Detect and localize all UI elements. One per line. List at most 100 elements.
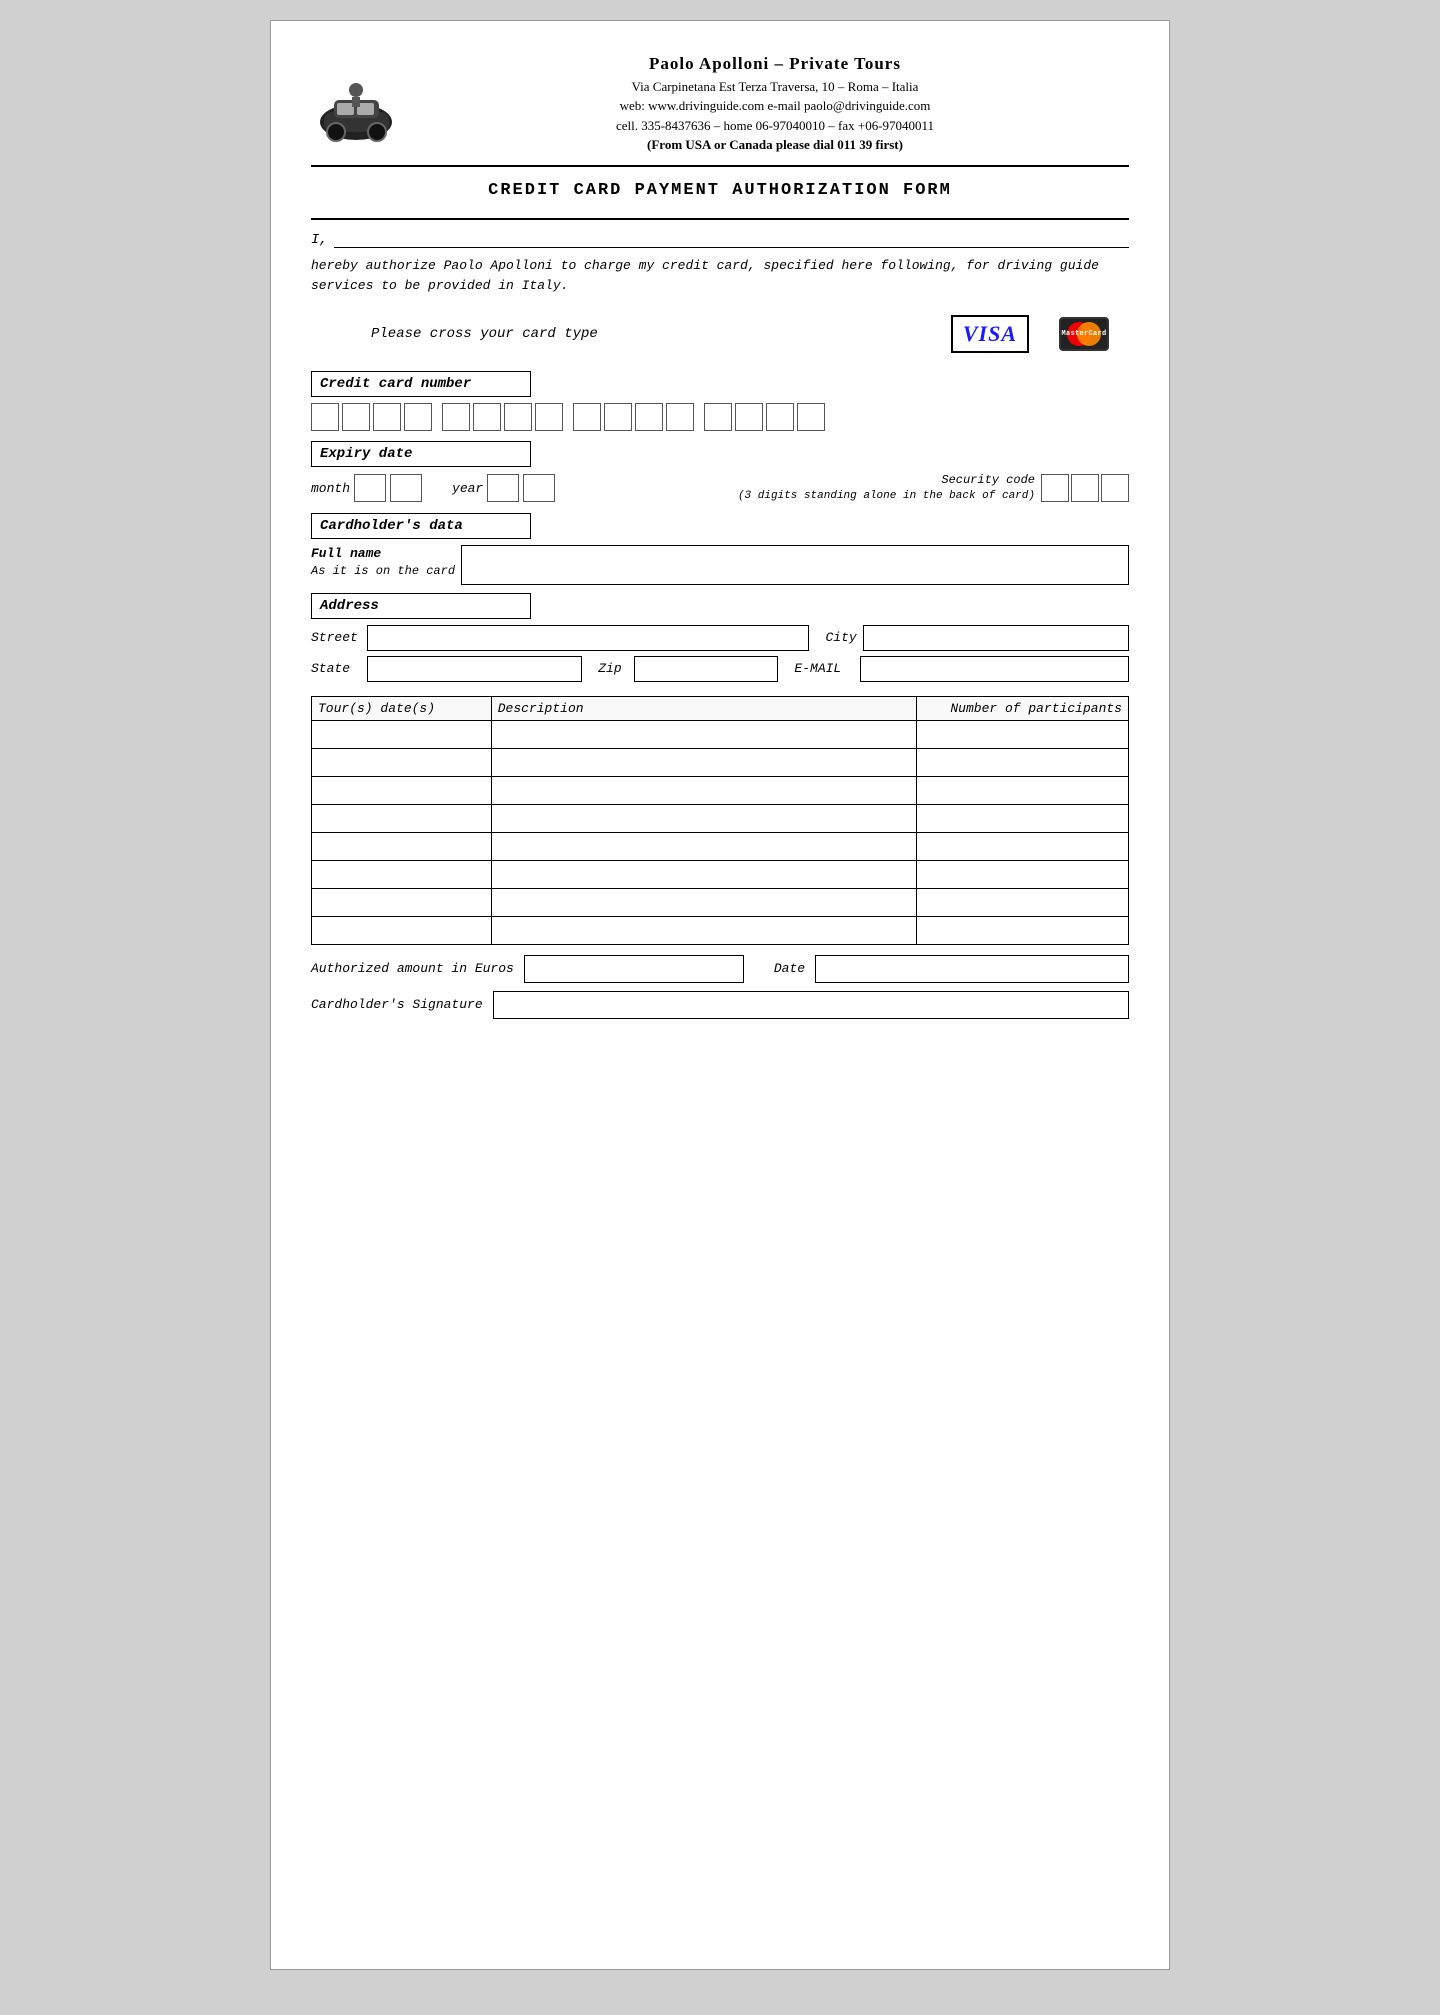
- credit-card-number-label: Credit card number: [311, 371, 531, 397]
- cc-group-4: [704, 403, 825, 431]
- authorized-amount-label: Authorized amount in Euros: [311, 961, 514, 976]
- address-line1: Via Carpinetana Est Terza Traversa, 10 –…: [421, 77, 1129, 97]
- full-name-row: Full name As it is on the card: [311, 545, 1129, 585]
- tour-date-cell[interactable]: [312, 776, 492, 804]
- description-cell[interactable]: [491, 888, 916, 916]
- card-type-label: Please cross your card type: [371, 326, 598, 342]
- description-cell[interactable]: [491, 860, 916, 888]
- form-title: CREDIT CARD PAYMENT AUTHORIZATION FORM: [311, 181, 1129, 200]
- tour-date-cell[interactable]: [312, 860, 492, 888]
- state-label: State: [311, 661, 361, 676]
- cc-digit[interactable]: [342, 403, 370, 431]
- city-input[interactable]: [863, 625, 1129, 651]
- header-divider: [311, 165, 1129, 167]
- year-box-1[interactable]: [487, 474, 519, 502]
- cc-digit[interactable]: [535, 403, 563, 431]
- cardholder-data-label: Cardholder's data: [311, 513, 531, 539]
- cc-digit[interactable]: [311, 403, 339, 431]
- address-section: Address Street City State Zip E-MAIL: [311, 593, 1129, 682]
- participants-cell[interactable]: [916, 776, 1128, 804]
- tour-table-row: [312, 888, 1129, 916]
- security-code-label: Security code (3 digits standing alone i…: [738, 473, 1035, 503]
- full-name-title: Full name: [311, 545, 455, 563]
- expiry-date-label: Expiry date: [311, 441, 531, 467]
- state-zip-row: State Zip E-MAIL: [311, 656, 1129, 682]
- company-logo: [311, 58, 401, 148]
- cc-digit[interactable]: [504, 403, 532, 431]
- participants-cell[interactable]: [916, 832, 1128, 860]
- month-box-2[interactable]: [390, 474, 422, 502]
- cc-digit[interactable]: [604, 403, 632, 431]
- mastercard-logo[interactable]: MasterCard: [1059, 317, 1109, 351]
- security-boxes: [1041, 474, 1129, 502]
- participants-cell[interactable]: [916, 748, 1128, 776]
- participants-cell[interactable]: [916, 860, 1128, 888]
- participants-cell[interactable]: [916, 916, 1128, 944]
- tour-date-cell[interactable]: [312, 804, 492, 832]
- participants-cell[interactable]: [916, 804, 1128, 832]
- date-label: Date: [774, 961, 805, 976]
- description-cell[interactable]: [491, 916, 916, 944]
- tour-table-row: [312, 916, 1129, 944]
- cc-digit[interactable]: [473, 403, 501, 431]
- tour-table-row: [312, 804, 1129, 832]
- expiry-row: month year Security code (3 digits stand…: [311, 473, 1129, 503]
- email-label: E-MAIL: [794, 661, 854, 676]
- participants-cell[interactable]: [916, 720, 1128, 748]
- year-field: year: [452, 474, 555, 502]
- full-name-input[interactable]: [461, 545, 1129, 585]
- address-line4: (From USA or Canada please dial 011 39 f…: [421, 135, 1129, 155]
- security-box-2[interactable]: [1071, 474, 1099, 502]
- authorized-amount-row: Authorized amount in Euros Date: [311, 955, 1129, 983]
- cc-group-3: [573, 403, 694, 431]
- cc-digit[interactable]: [666, 403, 694, 431]
- cc-digit[interactable]: [635, 403, 663, 431]
- description-cell[interactable]: [491, 776, 916, 804]
- email-input[interactable]: [860, 656, 1129, 682]
- participants-cell[interactable]: [916, 888, 1128, 916]
- month-box-1[interactable]: [354, 474, 386, 502]
- participants-header: Number of participants: [916, 696, 1128, 720]
- tour-date-cell[interactable]: [312, 832, 492, 860]
- credit-card-number-section: Credit card number: [311, 371, 1129, 431]
- card-type-row: Please cross your card type VISA MasterC…: [311, 315, 1129, 353]
- authorized-amount-input[interactable]: [524, 955, 744, 983]
- cc-digit[interactable]: [573, 403, 601, 431]
- header: Paolo Apolloni – Private Tours Via Carpi…: [311, 51, 1129, 155]
- security-box-3[interactable]: [1101, 474, 1129, 502]
- card-logos: VISA MasterCard: [951, 315, 1109, 353]
- security-code-title: Security code: [738, 473, 1035, 489]
- cc-number-groups: [311, 403, 1129, 431]
- tour-date-cell[interactable]: [312, 748, 492, 776]
- signature-row: Cardholder's Signature: [311, 991, 1129, 1019]
- cc-digit[interactable]: [373, 403, 401, 431]
- year-box-2[interactable]: [523, 474, 555, 502]
- month-field: month: [311, 474, 422, 502]
- description-cell[interactable]: [491, 748, 916, 776]
- expiry-section: Expiry date month year Security code (3 …: [311, 441, 1129, 503]
- cc-digit[interactable]: [704, 403, 732, 431]
- signature-input[interactable]: [493, 991, 1129, 1019]
- zip-input[interactable]: [634, 656, 778, 682]
- cc-digit[interactable]: [404, 403, 432, 431]
- description-cell[interactable]: [491, 832, 916, 860]
- signature-label: Cardholder's Signature: [311, 997, 483, 1012]
- cc-digit[interactable]: [766, 403, 794, 431]
- cc-digit[interactable]: [797, 403, 825, 431]
- description-cell[interactable]: [491, 804, 916, 832]
- date-input[interactable]: [815, 955, 1129, 983]
- description-cell[interactable]: [491, 720, 916, 748]
- tour-date-cell[interactable]: [312, 888, 492, 916]
- hereby-text: hereby authorize Paolo Apolloni to charg…: [311, 256, 1129, 298]
- tour-date-cell[interactable]: [312, 720, 492, 748]
- cc-digit[interactable]: [442, 403, 470, 431]
- state-input[interactable]: [367, 656, 582, 682]
- header-text: Paolo Apolloni – Private Tours Via Carpi…: [421, 51, 1129, 155]
- cc-digit[interactable]: [735, 403, 763, 431]
- year-label: year: [452, 481, 483, 496]
- tour-date-cell[interactable]: [312, 916, 492, 944]
- security-box-1[interactable]: [1041, 474, 1069, 502]
- tour-dates-header: Tour(s) date(s): [312, 696, 492, 720]
- street-input[interactable]: [367, 625, 809, 651]
- visa-logo[interactable]: VISA: [951, 315, 1029, 353]
